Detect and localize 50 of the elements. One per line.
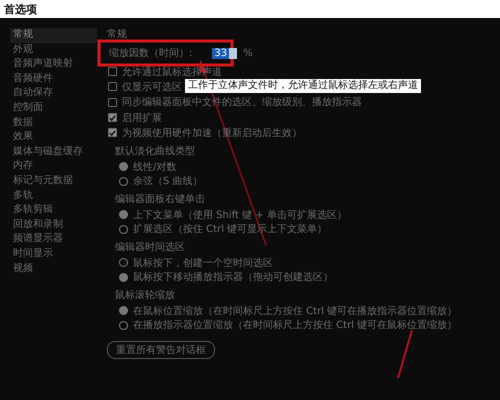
tooltip: 工作于立体声文件时，允许通过鼠标选择左或右声道 [185, 79, 421, 93]
sidebar-item[interactable]: 内存 [10, 159, 97, 174]
radio-button[interactable] [119, 258, 128, 268]
sidebar-item[interactable]: 控制面 [10, 100, 97, 116]
radio-button[interactable] [119, 224, 128, 234]
radio-label: 在鼠标位置缩放（在时间标尺上方按住 Ctrl 键可在播放指示器位置缩放） [133, 304, 458, 318]
radio-button[interactable] [119, 210, 128, 220]
group-heading: 编辑器面板右键单击 [115, 192, 206, 208]
radio-label: 在播放指示器位置缩放（在时间标尺上方按住 Ctrl 键可在鼠标位置缩放） [133, 318, 458, 332]
sidebar-item[interactable]: 多轨剪辑 [10, 203, 97, 218]
checkbox[interactable] [108, 98, 117, 107]
annotation-stroke [397, 330, 413, 378]
sidebar-item[interactable]: 视频 [10, 262, 97, 276]
zoom-label: 缩放因数（时间）: [109, 46, 192, 60]
sidebar-item[interactable]: 常规 [10, 28, 97, 43]
sidebar-item[interactable]: 音频硬件 [10, 72, 97, 86]
group-heading: 鼠标滚轮缩放 [115, 288, 176, 304]
sidebar-item[interactable]: 回放和录制 [10, 218, 97, 232]
sidebar-item[interactable]: 自动保存 [10, 86, 97, 101]
section-heading: 常规 [107, 28, 128, 42]
checkbox-label: 仅显示可选区 [122, 80, 182, 94]
radio-button[interactable] [119, 320, 128, 330]
sidebar-item[interactable]: 外观 [10, 42, 97, 58]
group-heading: 编辑器时间选区 [115, 240, 186, 256]
checkbox[interactable] [108, 82, 117, 92]
radio-button[interactable] [119, 272, 128, 282]
sidebar-item[interactable]: 时间显示 [10, 246, 97, 262]
sidebar-item[interactable]: 音频声道映射 [10, 57, 97, 72]
checkbox[interactable] [108, 113, 117, 122]
unit-label: % [243, 48, 253, 58]
reset-warnings-button[interactable]: 重置所有警告对话框 [107, 341, 215, 360]
checkbox-label: 启用扩展 [122, 112, 162, 125]
window-title: 首选项 [0, 0, 500, 18]
radio-label: 余弦（S 曲线） [133, 174, 203, 188]
radio-button[interactable] [119, 306, 128, 316]
sidebar-item[interactable]: 多轨 [10, 188, 97, 204]
sidebar-item[interactable]: 效果 [10, 130, 97, 145]
group-heading: 默认淡化曲线类型 [115, 144, 196, 160]
radio-label: 鼠标按下移动播放指示器（拖动可创建选区） [133, 270, 333, 284]
sidebar-item[interactable]: 频谱显示器 [10, 232, 97, 247]
radio-label: 鼠标按下，创建一个空时间选区 [133, 256, 273, 270]
radio-label: 上下文菜单（使用 Shift 键 + 单击可扩展选区） [133, 208, 347, 222]
sidebar-item[interactable]: 媒体与磁盘缓存 [10, 144, 97, 160]
radio-button[interactable] [119, 176, 128, 186]
checkbox[interactable] [108, 67, 117, 76]
checkbox[interactable] [108, 128, 117, 138]
radio-button[interactable] [119, 162, 128, 172]
sidebar-item[interactable]: 标记与元数据 [10, 174, 97, 189]
radio-label: 线性/对数 [133, 160, 176, 174]
sidebar-item[interactable]: 数据 [10, 116, 97, 130]
